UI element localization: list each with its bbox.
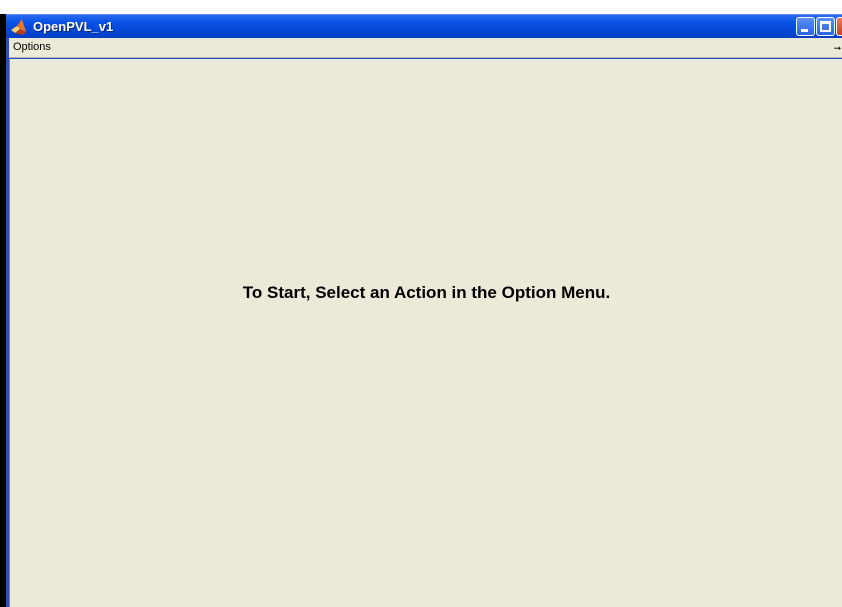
menu-options[interactable]: Options [11, 41, 53, 53]
menu-bar: Options ➘ [9, 38, 842, 58]
title-bar[interactable]: OpenPVL_v1 [6, 14, 842, 38]
window-title: OpenPVL_v1 [33, 19, 114, 34]
figure-area: To Start, Select an Action in the Option… [9, 59, 842, 607]
dock-arrow-icon[interactable]: ➘ [832, 42, 842, 55]
maximize-button[interactable] [816, 17, 835, 36]
minimize-button[interactable] [796, 17, 815, 36]
instruction-message: To Start, Select an Action in the Option… [242, 283, 611, 302]
app-window: OpenPVL_v1 Options ➘ To Start, Select an… [6, 14, 842, 607]
maximize-icon [820, 21, 831, 32]
matlab-logo-icon[interactable] [10, 18, 28, 36]
minimize-icon [801, 29, 808, 32]
close-button[interactable] [836, 17, 842, 36]
